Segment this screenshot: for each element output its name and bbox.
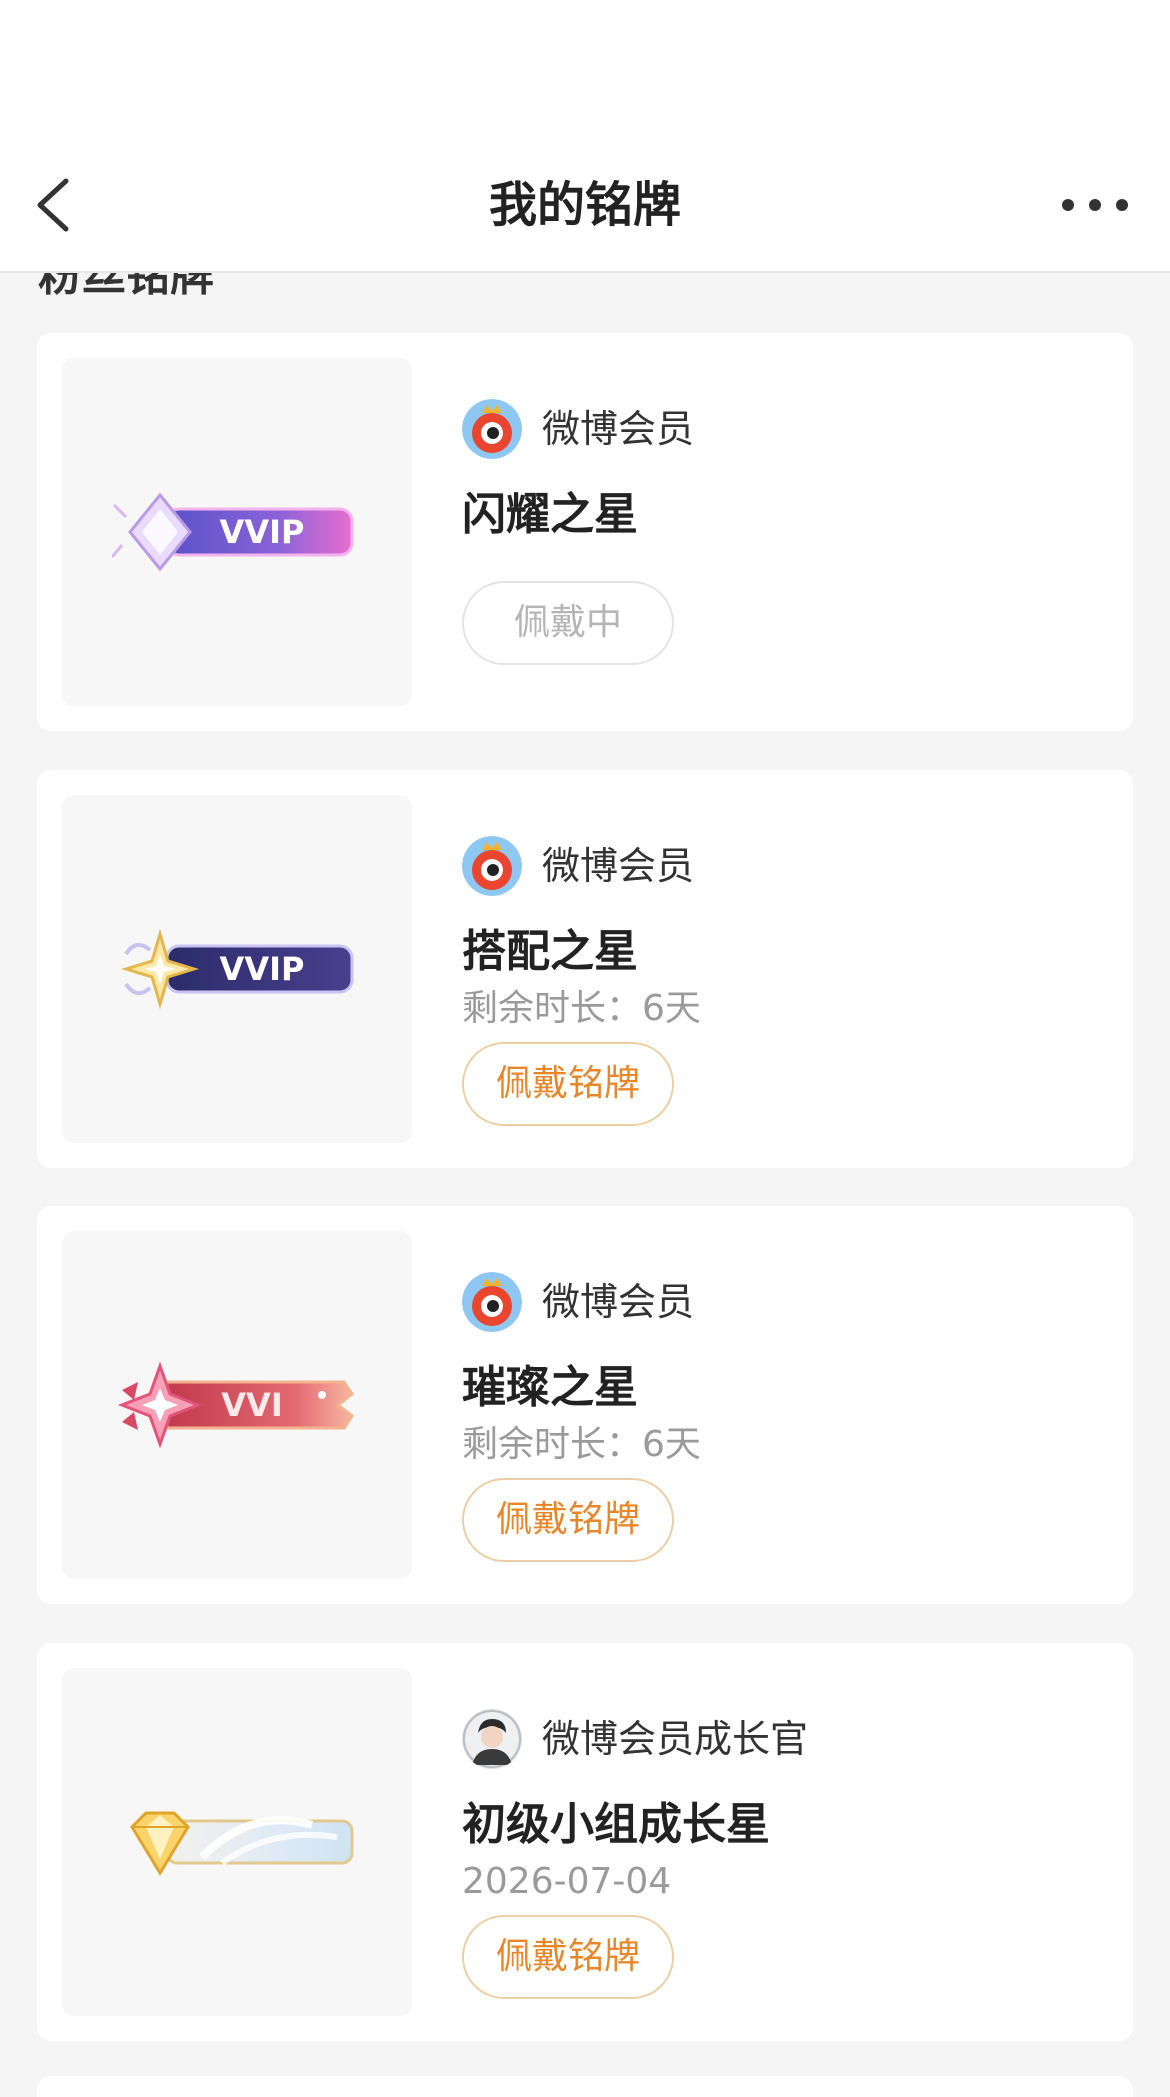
- badge-text: VVIP: [220, 513, 305, 551]
- badge-text: VVI: [221, 1386, 282, 1424]
- brand-row: 微博会员: [462, 835, 694, 897]
- page-title: 我的铭牌: [488, 177, 681, 233]
- brand-name: 微博会员: [542, 1280, 695, 1324]
- badge-title: 搭配之星: [462, 926, 638, 977]
- badge-thumbnail: VVIP: [62, 358, 412, 706]
- more-options-icon[interactable]: [1060, 195, 1130, 215]
- user-avatar-photo: [462, 1709, 522, 1769]
- badge-card: 微博会员成长官 初级小组成长星 2026-07-04 佩戴铭牌: [37, 1643, 1133, 2041]
- wearing-status-button[interactable]: 佩戴中: [462, 581, 674, 665]
- brand-row: 微博会员成长官: [462, 1708, 808, 1770]
- nav-bar: 我的铭牌: [0, 145, 1170, 273]
- badge-thumbnail: VVIP: [62, 795, 412, 1143]
- badge-text: VVIP: [220, 950, 305, 988]
- badge-thumbnail: VVI: [62, 1231, 412, 1579]
- badge-card: VVIP 微博会员 闪耀之星 佩戴中: [37, 333, 1133, 731]
- brand-row: 微博会员: [462, 1271, 694, 1333]
- weibo-eye-mascot-icon: [462, 836, 522, 896]
- vvip-badge-dark: VVIP: [120, 928, 354, 1010]
- wear-badge-button[interactable]: 佩戴铭牌: [462, 1478, 674, 1562]
- wear-badge-button[interactable]: 佩戴铭牌: [462, 1915, 674, 1999]
- badge-card: VVIP 微博会员 搭配之星 剩余时长：6天 佩戴铭牌: [37, 770, 1133, 1168]
- remaining-duration: 剩余时长：6天: [462, 988, 701, 1029]
- brand-name: 微博会员成长官: [542, 1717, 809, 1761]
- page: 我的铭牌 粉丝铭牌 VVIP 微博会员 闪耀之星 佩戴中 VVIP 微博会员 搭…: [0, 0, 1170, 2097]
- status-bar-area: [0, 0, 1170, 145]
- badge-card: VVI 微博会员 璀璨之星 剩余时长：6天 佩戴铭牌: [37, 1206, 1133, 1604]
- diamond-badge-gold: [130, 1811, 354, 1876]
- weibo-eye-mascot-icon: [462, 1272, 522, 1332]
- weibo-eye-mascot-icon: [462, 399, 522, 459]
- badge-thumbnail: [62, 1668, 412, 2016]
- vvip-badge-red: VVI: [117, 1361, 355, 1449]
- badge-title: 闪耀之星: [462, 489, 638, 540]
- brand-row: 微博会员: [462, 398, 694, 460]
- brand-name: 微博会员: [542, 844, 695, 888]
- badge-title: 璀璨之星: [462, 1362, 638, 1413]
- brand-name: 微博会员: [542, 407, 695, 451]
- expiry-date: 2026-07-04: [462, 1861, 672, 1902]
- badge-title: 初级小组成长星: [462, 1799, 770, 1850]
- vvip-badge-purple: VVIP: [112, 492, 354, 572]
- wear-badge-button[interactable]: 佩戴铭牌: [462, 1042, 674, 1126]
- remaining-duration: 剩余时长：6天: [462, 1424, 701, 1465]
- badge-card-partial: [37, 2076, 1133, 2097]
